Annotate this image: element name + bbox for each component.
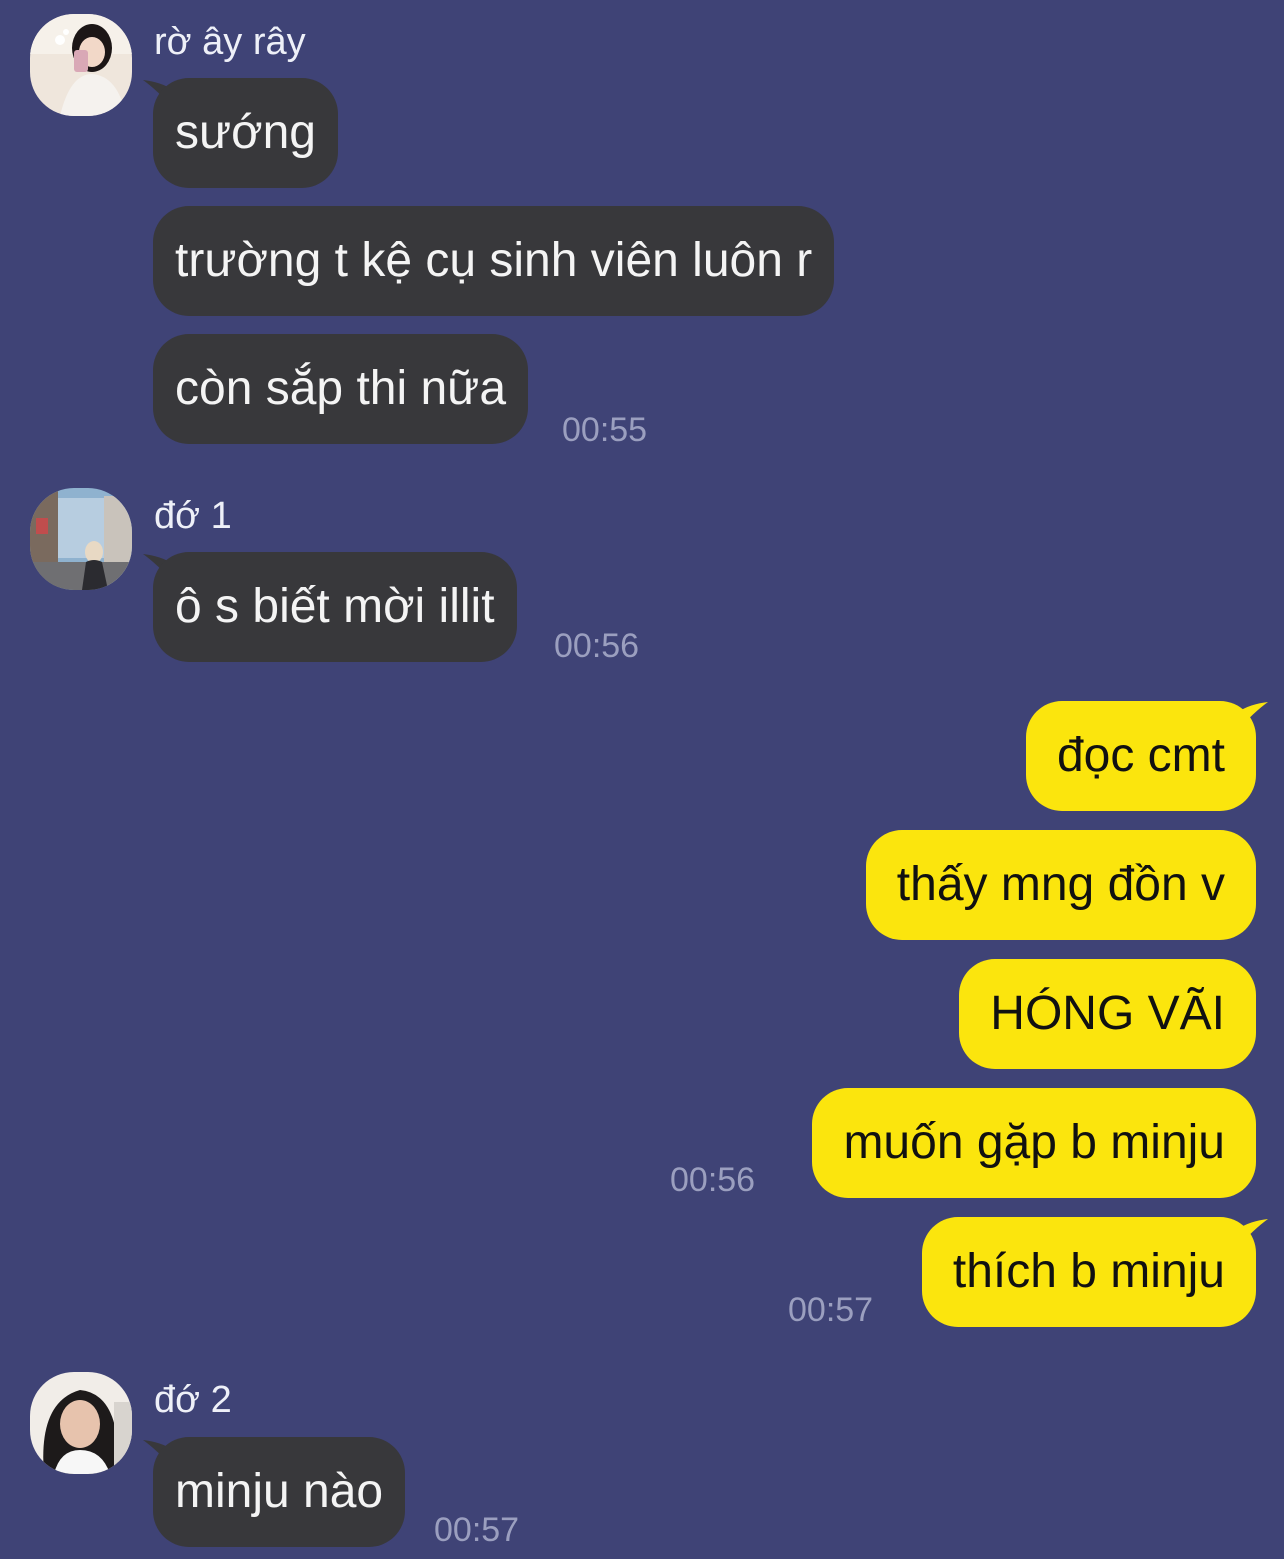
message-timestamp: 00:55 xyxy=(562,411,648,449)
avatar-image xyxy=(30,1372,132,1474)
message-timestamp: 00:56 xyxy=(670,1161,756,1199)
avatar-selfie-photo[interactable] xyxy=(30,14,132,116)
message-bubble[interactable]: sướng xyxy=(153,78,338,188)
message-bubble[interactable]: HÓNG VÃI xyxy=(959,959,1256,1069)
avatar-portrait-photo[interactable] xyxy=(30,1372,132,1474)
message-timestamp: 00:57 xyxy=(788,1291,874,1329)
message-timestamp: 00:57 xyxy=(434,1511,520,1549)
message-bubble[interactable]: đọc cmt xyxy=(1025,701,1256,811)
message-bubble[interactable]: thấy mng đồn v xyxy=(865,830,1256,940)
chat-thread[interactable]: rờ ây rây sướng trường t kệ cụ sinh viên… xyxy=(0,0,1284,1559)
avatar-image xyxy=(30,14,132,116)
sender-name: rờ ây rây xyxy=(154,21,306,63)
sender-name: đớ 2 xyxy=(154,1379,232,1421)
message-bubble[interactable]: thích b minju xyxy=(921,1217,1256,1327)
avatar-street-photo[interactable] xyxy=(30,488,132,590)
message-bubble[interactable]: còn sắp thi nữa xyxy=(153,334,529,444)
message-bubble[interactable]: minju nào xyxy=(153,1437,406,1547)
message-timestamp: 00:56 xyxy=(554,627,640,665)
avatar-image xyxy=(30,488,132,590)
message-bubble[interactable]: trường t kệ cụ sinh viên luôn r xyxy=(153,206,835,316)
message-bubble[interactable]: ô s biết mời illit xyxy=(153,552,517,662)
sender-name: đớ 1 xyxy=(154,495,232,537)
message-bubble[interactable]: muốn gặp b minju xyxy=(812,1088,1256,1198)
